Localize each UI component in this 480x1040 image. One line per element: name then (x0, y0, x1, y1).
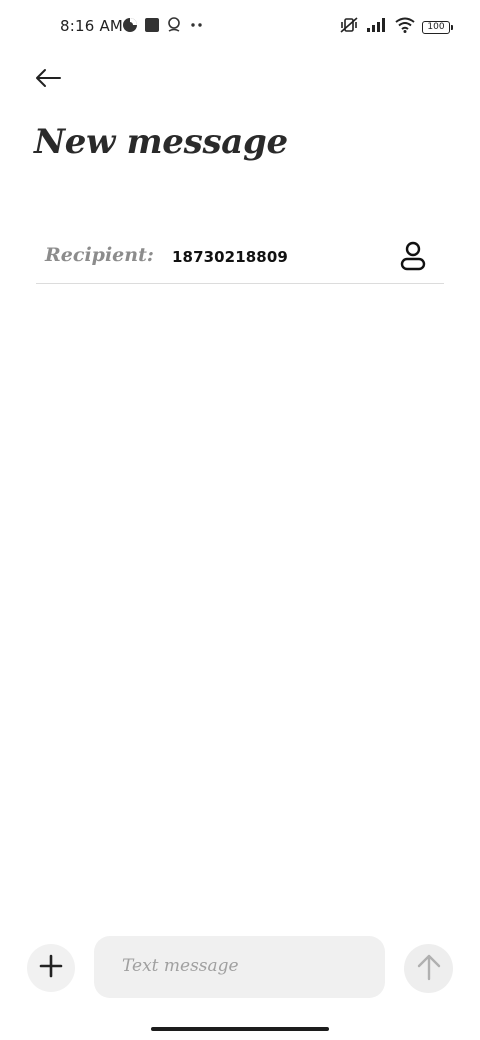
status-right-icons: 100 (339, 16, 453, 38)
recipient-row[interactable]: Recipient: 18730218809 (36, 230, 444, 284)
more-dots-icon (188, 17, 206, 37)
arrow-left-icon (34, 68, 62, 92)
home-indicator[interactable] (151, 1027, 329, 1031)
recipient-input[interactable]: 18730218809 (172, 248, 288, 266)
recipient-label: Recipient: (45, 244, 154, 266)
data-saver-icon (122, 17, 138, 37)
square-app-icon (144, 17, 160, 37)
send-button[interactable] (404, 944, 453, 993)
status-time: 8:16 AM (60, 17, 124, 35)
add-attachment-button[interactable] (27, 944, 75, 992)
person-icon (399, 241, 427, 275)
message-placeholder: Text message (122, 956, 239, 976)
battery-level: 100 (427, 22, 445, 32)
battery-icon: 100 (422, 20, 453, 34)
wifi-icon (395, 17, 415, 37)
back-button[interactable] (28, 62, 68, 98)
status-left-icons (122, 16, 206, 38)
message-input[interactable]: Text message (94, 936, 385, 998)
page-title: New message (34, 122, 288, 162)
signal-icon (366, 17, 388, 37)
vibrate-off-icon (339, 16, 359, 38)
contact-picker-button[interactable] (396, 241, 430, 275)
status-bar: 8:16 AM 100 (0, 0, 480, 56)
location-pin-icon (166, 16, 182, 38)
plus-icon (39, 954, 63, 982)
arrow-up-icon (416, 953, 442, 985)
